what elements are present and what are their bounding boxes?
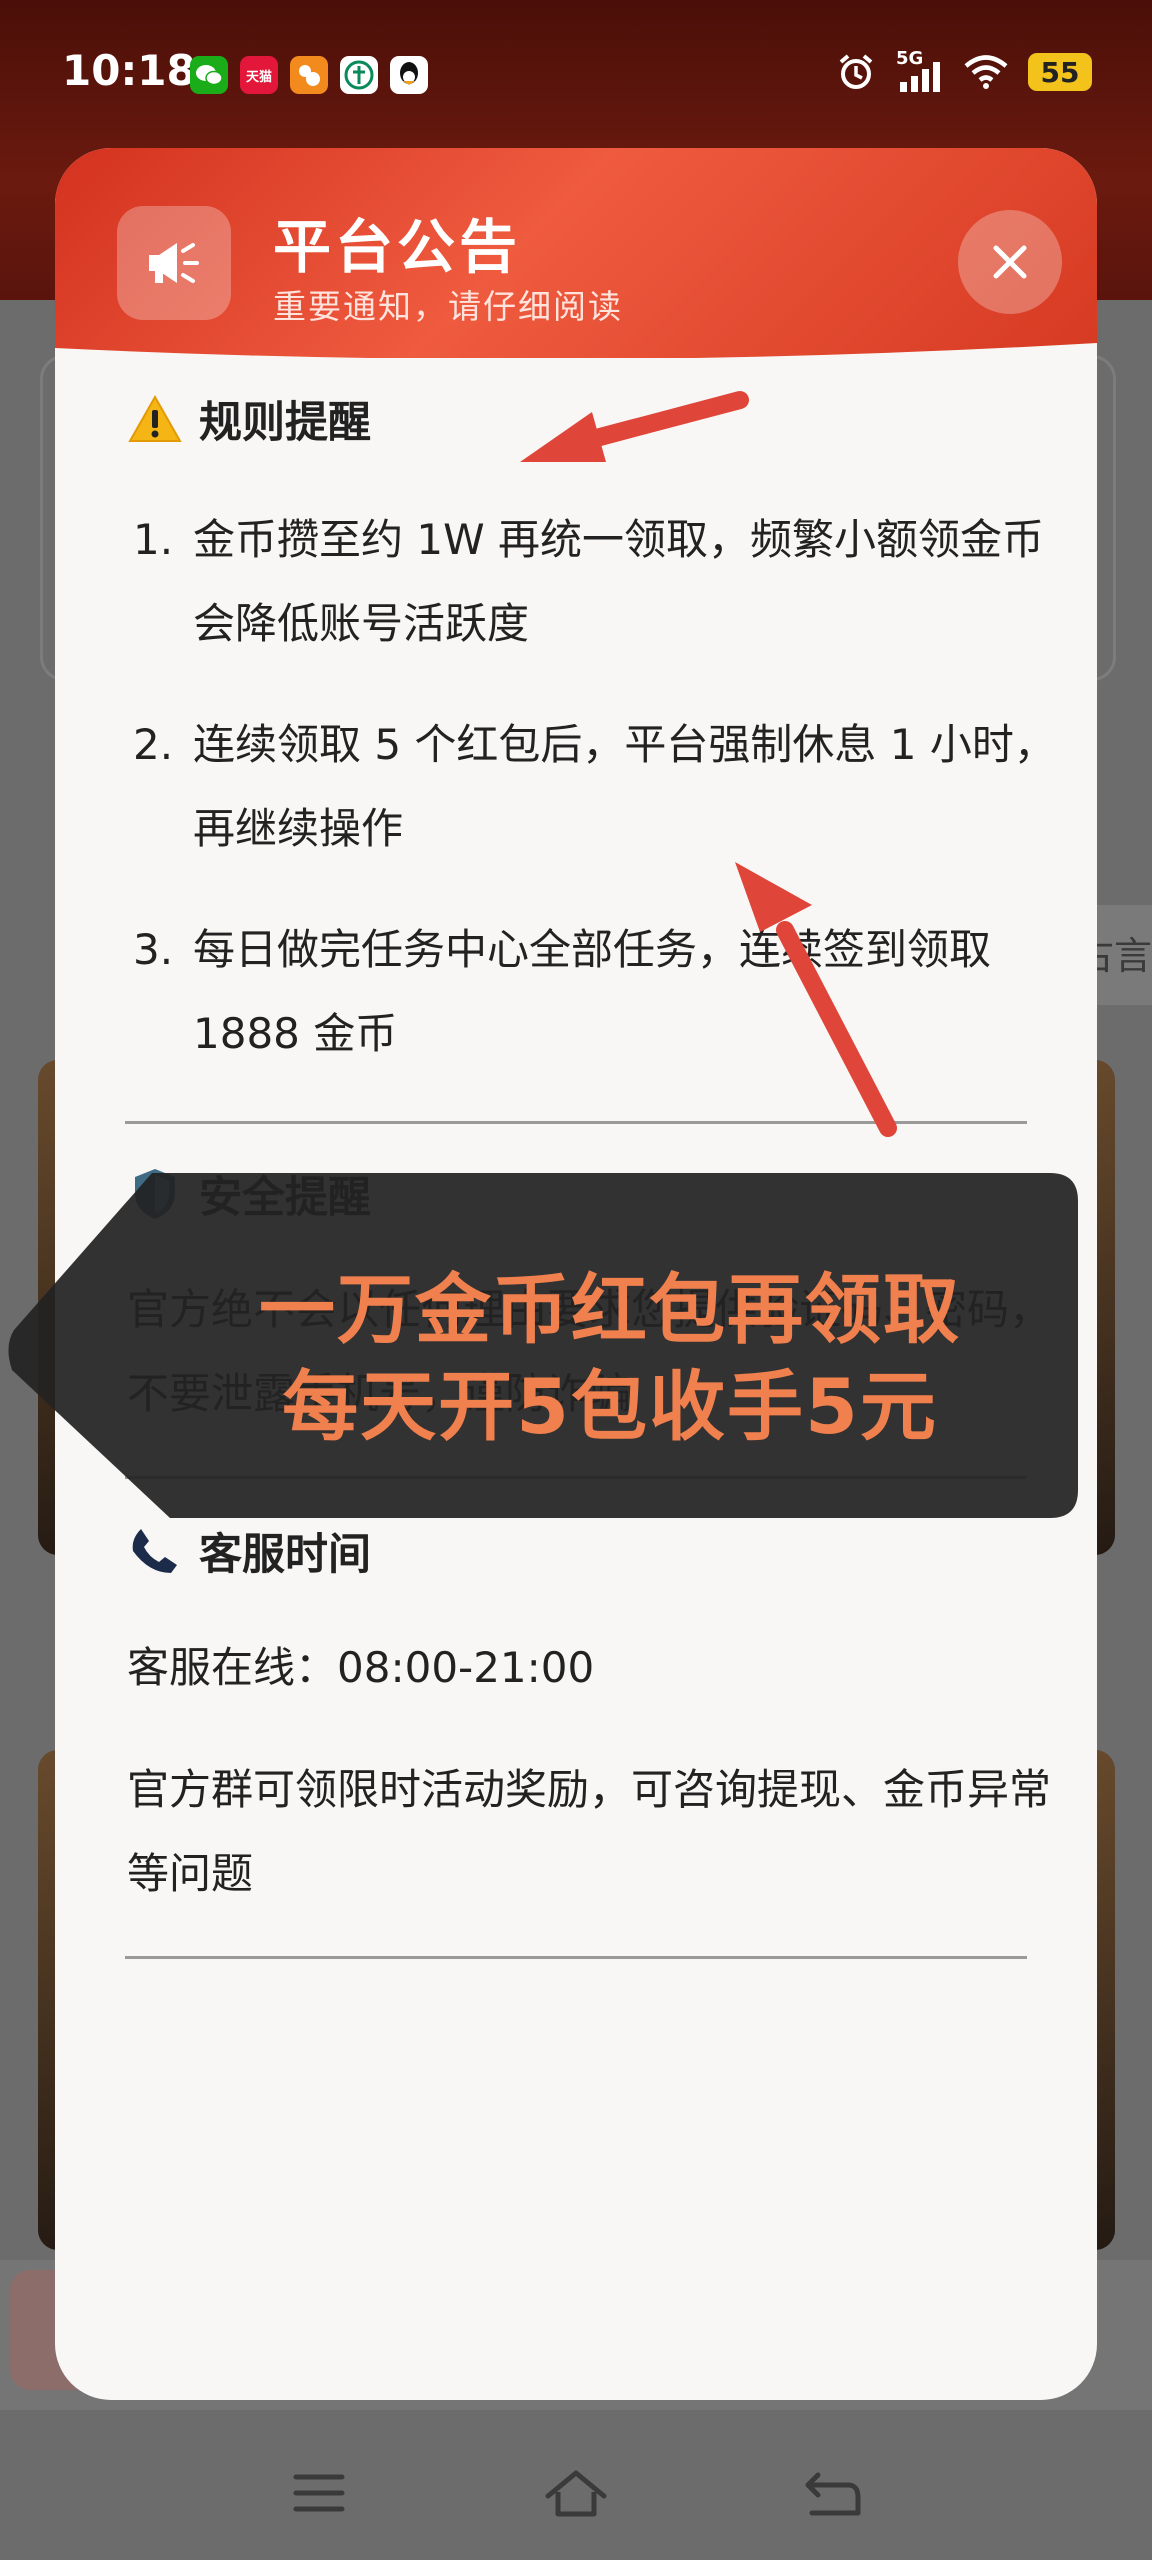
phone-icon bbox=[127, 1523, 183, 1579]
bank-icon bbox=[340, 56, 378, 94]
home-icon bbox=[545, 2470, 607, 2517]
qq-icon bbox=[390, 56, 428, 94]
status-indicators: 5G 55 bbox=[836, 48, 1092, 92]
rule-text: 金币攒至约 1W 再统一领取，频繁小额领金币会降低账号活跃度 bbox=[193, 515, 1044, 648]
divider bbox=[125, 1476, 1027, 1479]
home-button[interactable] bbox=[531, 2458, 621, 2528]
tmall-label: 天猫 bbox=[245, 69, 272, 85]
rules-section-title: 规则提醒 bbox=[127, 388, 371, 450]
alarm-icon bbox=[839, 54, 873, 89]
signal-icon: 5G bbox=[896, 48, 944, 92]
overlay-text-line2: 每天开5包收手5元 bbox=[282, 1362, 938, 1451]
rules-title-text: 规则提醒 bbox=[199, 398, 371, 448]
service-title-text: 客服时间 bbox=[199, 1530, 371, 1580]
rule-number: 2. bbox=[133, 720, 174, 769]
status-time: 10:18 bbox=[62, 46, 196, 95]
menu-button[interactable] bbox=[274, 2458, 364, 2528]
megaphone-icon bbox=[117, 206, 231, 320]
wechat-icon bbox=[190, 56, 228, 94]
battery-indicator: 55 bbox=[1028, 53, 1092, 91]
status-bar: 10:18 天猫 5G 55 bbox=[0, 0, 1152, 150]
back-icon bbox=[805, 2472, 861, 2516]
dialog-subtitle: 重要通知，请仔细阅读 bbox=[273, 287, 623, 326]
close-button[interactable] bbox=[958, 210, 1062, 314]
service-group-text: 官方群可领限时活动奖励，可咨询提现、金币异常等问题 bbox=[127, 1765, 1052, 1898]
shield-icon bbox=[127, 1166, 183, 1222]
rule-number: 3. bbox=[133, 925, 174, 974]
security-title-text: 安全提醒 bbox=[199, 1173, 371, 1223]
rule-text: 连续领取 5 个红包后，平台强制休息 1 小时，再继续操作 bbox=[193, 720, 1056, 853]
dialog-title: 平台公告 bbox=[273, 213, 522, 281]
back-button[interactable] bbox=[788, 2458, 878, 2528]
warning-icon bbox=[127, 391, 183, 447]
wifi-icon bbox=[964, 55, 1008, 89]
security-section-title: 安全提醒 bbox=[127, 1163, 371, 1225]
service-section-title: 客服时间 bbox=[127, 1520, 371, 1582]
rule-text: 每日做完任务中心全部任务，连续签到领取 1888 金币 bbox=[193, 925, 992, 1058]
tmall-icon: 天猫 bbox=[240, 56, 278, 94]
service-hours: 客服在线：08:00-21:00 bbox=[127, 1643, 595, 1692]
menu-icon bbox=[293, 2474, 345, 2512]
rule-number: 1. bbox=[133, 515, 174, 564]
close-icon bbox=[993, 245, 1027, 279]
divider bbox=[125, 1121, 1027, 1124]
overlay-text-line1: 一万金币红包再领取 bbox=[259, 1265, 961, 1354]
notification-icons: 天猫 bbox=[190, 56, 428, 94]
divider bbox=[125, 1956, 1027, 1959]
app-icon bbox=[290, 56, 328, 94]
